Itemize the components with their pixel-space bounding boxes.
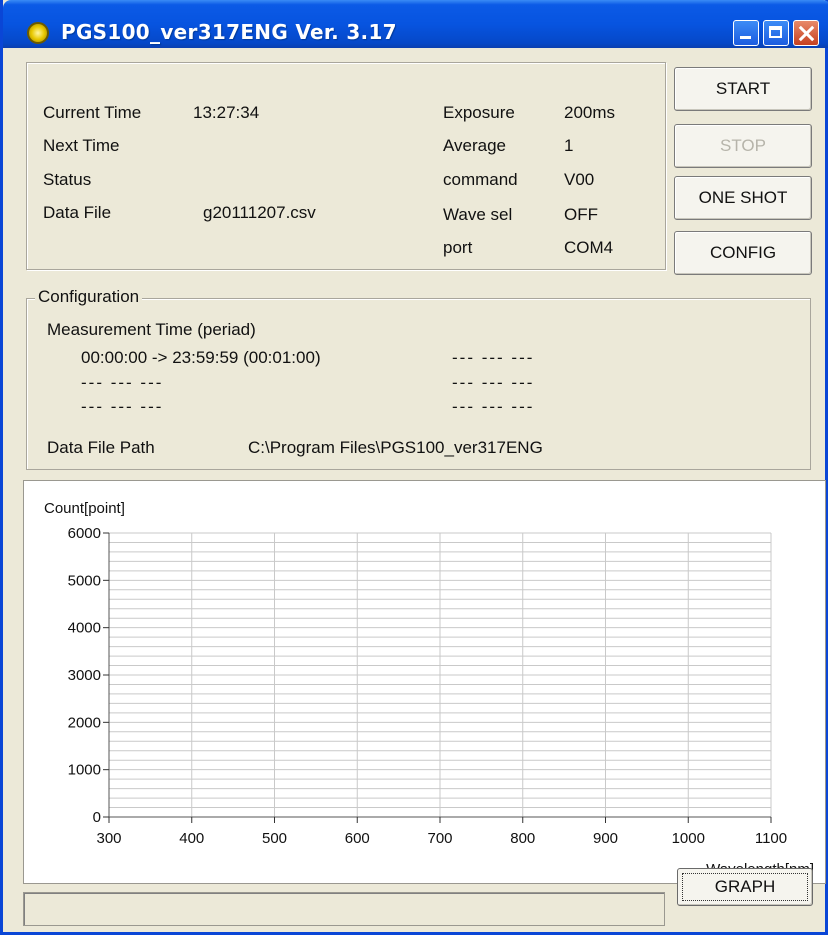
window-title: PGS100_ver317ENG Ver. 3.17 xyxy=(61,20,397,44)
current-time-label: Current Time xyxy=(43,103,142,122)
next-time-label: Next Time xyxy=(43,136,120,155)
title-bar[interactable]: PGS100_ver317ENG Ver. 3.17 xyxy=(3,0,828,48)
close-button[interactable] xyxy=(793,20,819,46)
x-tick-label: 1100 xyxy=(755,830,787,847)
port-label: port xyxy=(443,238,473,257)
x-tick-label: 900 xyxy=(593,830,618,847)
average-label: Average xyxy=(443,136,507,155)
status-bar xyxy=(23,892,665,926)
measurement-time-label: Measurement Time (periad) xyxy=(47,320,256,339)
y-tick-label: 0 xyxy=(93,809,101,826)
spectrum-chart: 0 1000 2000 3000 4000 5000 6000 300 400 500 600 700… xyxy=(44,500,814,878)
period-5: --- --- --- xyxy=(452,373,535,392)
y-axis-label: Count[point] xyxy=(44,500,125,517)
configuration-title: Configuration xyxy=(35,287,143,307)
x-tick-label: 500 xyxy=(262,830,287,847)
command-label: command xyxy=(443,170,518,189)
period-4: --- --- --- xyxy=(452,348,535,367)
wave-sel-value: OFF xyxy=(564,205,598,224)
stop-button[interactable]: STOP xyxy=(674,124,812,168)
app-icon xyxy=(27,22,49,44)
y-tick-label: 3000 xyxy=(68,667,101,684)
spectrum-graph-panel: 0 1000 2000 3000 4000 5000 6000 300 400 500 600 700… xyxy=(23,480,826,884)
average-value: 1 xyxy=(564,136,574,155)
wave-sel-label: Wave sel xyxy=(443,205,513,224)
config-button[interactable]: CONFIG xyxy=(674,231,812,275)
period-1: 00:00:00 -> 23:59:59 (00:01:00) xyxy=(81,348,321,367)
y-tick-label: 4000 xyxy=(68,620,101,637)
status-label: Status xyxy=(43,170,92,189)
x-tick-label: 600 xyxy=(345,830,370,847)
x-tick-label: 800 xyxy=(510,830,535,847)
x-tick-label: 700 xyxy=(427,830,452,847)
app-window: PGS100_ver317ENG Ver. 3.17 Current Time … xyxy=(0,0,828,935)
exposure-label: Exposure xyxy=(443,103,515,122)
x-tick-label: 1000 xyxy=(672,830,705,847)
data-file-path-label: Data File Path xyxy=(47,438,155,457)
port-value: COM4 xyxy=(564,238,614,257)
command-value: V00 xyxy=(564,170,595,189)
period-3: --- --- --- xyxy=(81,397,164,416)
start-button[interactable]: START xyxy=(674,67,812,111)
period-2: --- --- --- xyxy=(81,373,164,392)
y-tick-label: 1000 xyxy=(68,762,101,779)
period-6: --- --- --- xyxy=(452,397,535,416)
maximize-button[interactable] xyxy=(763,20,789,46)
x-tick-label: 400 xyxy=(179,830,204,847)
data-file-path-value: C:\Program Files\PGS100_ver317ENG xyxy=(248,438,543,457)
minimize-button[interactable] xyxy=(733,20,759,46)
data-file-label: Data File xyxy=(43,203,112,222)
y-tick-label: 5000 xyxy=(68,572,101,589)
current-time-value: 13:27:34 xyxy=(193,103,260,122)
x-tick-label: 300 xyxy=(96,830,121,847)
one-shot-button[interactable]: ONE SHOT xyxy=(674,176,812,220)
exposure-value: 200ms xyxy=(564,103,616,122)
y-tick-label: 2000 xyxy=(68,714,101,731)
y-tick-label: 6000 xyxy=(68,525,101,542)
data-file-value: g20111207.csv xyxy=(203,203,316,222)
graph-button[interactable]: GRAPH xyxy=(677,868,813,906)
